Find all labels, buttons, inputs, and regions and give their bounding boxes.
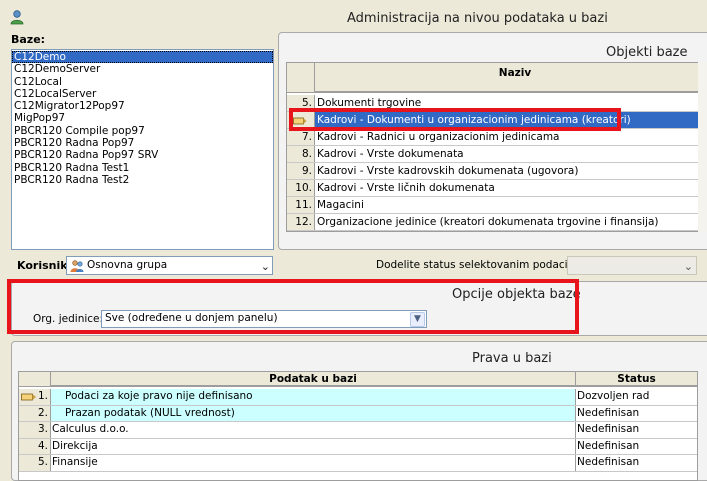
rights-row-data: Direkcija — [51, 438, 576, 454]
object-row[interactable]: 6.Kadrovi - Dokumenti u organizacionim j… — [287, 112, 707, 129]
database-list-item[interactable]: PBCR120 Compile pop97 — [12, 125, 273, 137]
object-row-name: Magacini — [317, 199, 364, 211]
rights-row-status: Nedefinisan — [577, 423, 640, 435]
object-row-number: 10. — [287, 180, 315, 196]
org-units-combo-value: Sve (određene u donjem panelu) — [105, 312, 278, 324]
options-panel-title: Opcije objekta baze — [452, 287, 581, 302]
rights-grid-header: Podatak u bazi Status — [19, 372, 697, 387]
object-row-name: Kadrovi - Vrste ličnih dokumenata — [317, 182, 495, 194]
user-label: Korisnik: — [17, 259, 72, 272]
header-num-cell — [287, 63, 315, 92]
database-list-item[interactable]: C12LocalServer — [12, 88, 273, 100]
row-pointer-icon — [21, 392, 37, 402]
object-row-name: Kadrovi - Vrste kadrovskih dokumenata (u… — [317, 165, 579, 177]
rights-row[interactable]: 5. Finansije Nedefinisan — [19, 455, 697, 472]
object-row-number: 11. — [287, 197, 315, 213]
rights-row-data: Calculus d.o.o. — [51, 422, 576, 438]
database-list-item[interactable]: C12DemoServer — [12, 63, 273, 75]
object-row-number: 12. — [287, 214, 315, 230]
rights-row-data: Prazan podatak (NULL vrednost) — [51, 405, 576, 421]
object-row-name: Kadrovi - Dokumenti u organizacionim jed… — [315, 112, 707, 128]
rights-row-number: 5. — [19, 455, 51, 471]
object-row[interactable]: 8. Kadrovi - Vrste dokumenata — [287, 146, 707, 163]
rights-row-number: 2. — [19, 405, 51, 421]
rights-row-status: Dozvoljen rad — [577, 390, 650, 402]
object-row-number: 7. — [287, 129, 315, 145]
column-header-naziv[interactable]: Naziv — [315, 63, 707, 92]
object-row-name: Kadrovi - Radnici u organizacionim jedin… — [317, 131, 560, 143]
org-units-dropdown-button[interactable]: ▼ — [410, 312, 425, 327]
assign-status-label: Dodelite status selektovanim podacima: — [376, 259, 588, 271]
org-units-combo[interactable]: Sve (određene u donjem panelu) ▼ — [101, 310, 427, 328]
object-row[interactable]: 7. Kadrovi - Radnici u organizacionim jed… — [287, 129, 707, 146]
object-row[interactable]: 12. Organizacione jedinice (kreatori doku… — [287, 214, 707, 231]
rights-header-num-cell — [19, 372, 51, 386]
object-row-number: 9. — [287, 163, 315, 179]
database-list-item[interactable]: C12Local — [12, 76, 273, 88]
rights-row-number: 1. — [19, 389, 51, 405]
database-list-item[interactable]: C12Demo — [12, 51, 273, 64]
user-admin-icon — [9, 9, 25, 25]
object-row[interactable]: 10. Kadrovi - Vrste ličnih dokumenata — [287, 180, 707, 197]
object-row-number: 5. — [287, 95, 315, 111]
window-title: Administracija na nivou podataka u bazi — [347, 11, 608, 26]
object-row-name: Kadrovi - Vrste dokumenata — [317, 148, 464, 160]
database-list-item[interactable]: C12Migrator12Pop97 — [12, 100, 273, 112]
database-list-item[interactable]: PBCR120 Radna Test1 — [12, 162, 273, 174]
objects-scrollbar[interactable] — [698, 62, 707, 232]
object-row-number: 6. — [287, 112, 315, 128]
rights-row-data: Podaci za koje pravo nije definisano — [51, 389, 576, 405]
rights-row[interactable]: 2. Prazan podatak (NULL vrednost) Nedefini… — [19, 405, 697, 422]
assign-status-arrow[interactable]: ⌄ — [684, 258, 693, 275]
user-combo-value: Osnovna grupa — [87, 259, 168, 271]
database-list-item[interactable]: PBCR120 Radna Pop97 SRV — [12, 149, 273, 161]
rights-row-number: 3. — [19, 422, 51, 438]
rights-row-data: Finansije — [51, 455, 576, 471]
user-combo-arrow[interactable]: ⌄ — [261, 258, 270, 275]
org-units-label: Org. jedinice: — [33, 313, 104, 325]
rights-row[interactable]: 1. Podaci za koje pravo nije definisano Do… — [19, 389, 697, 406]
databases-label: Baze: — [11, 33, 46, 46]
rights-row[interactable]: 4. Direkcija Nedefinisan — [19, 438, 697, 455]
databases-list[interactable]: C12Demo C12DemoServer C12Local C12LocalServ… — [11, 49, 274, 250]
row-pointer-icon — [293, 115, 307, 125]
object-row-number: 8. — [287, 146, 315, 162]
column-header-status[interactable]: Status — [576, 372, 697, 386]
object-row-name: Dokumenti trgovine — [317, 97, 422, 109]
column-header-data[interactable]: Podatak u bazi — [51, 372, 576, 386]
database-list-item[interactable]: MigPop97 — [12, 112, 273, 124]
object-row[interactable]: 11. Magacini — [287, 197, 707, 214]
object-row[interactable]: 5. Dokumenti trgovine — [287, 95, 707, 112]
rights-row-status: Nedefinisan — [577, 456, 640, 468]
title-bar: Administracija na nivou podataka u bazi — [0, 0, 707, 30]
object-row[interactable]: 9. Kadrovi - Vrste kadrovskih dokumenata … — [287, 163, 707, 180]
objects-grid[interactable]: Naziv 5.Dokumenti trgovine6.Kadrovi - Do… — [286, 62, 707, 232]
rights-row[interactable]: 3. Calculus d.o.o. Nedefinisan — [19, 422, 697, 439]
objects-panel-title: Objekti baze — [606, 45, 688, 60]
objects-grid-header: Naziv — [287, 63, 707, 93]
object-row-name: Organizacione jedinice (kreatori dokumen… — [317, 216, 659, 228]
rights-panel-title: Prava u bazi — [472, 351, 552, 366]
rights-grid[interactable]: Podatak u bazi Status 1. Podaci za koje p… — [18, 371, 698, 481]
database-list-item[interactable]: PBCR120 Radna Pop97 — [12, 137, 273, 149]
assign-status-combo[interactable]: ⌄ — [567, 256, 697, 275]
options-panel: Opcije objekta baze Org. jedinice: Sve (… — [11, 281, 707, 336]
database-list-item[interactable]: PBCR120 Radna Test2 — [12, 174, 273, 186]
rights-row-status: Nedefinisan — [577, 439, 640, 452]
user-combo[interactable]: Osnovna grupa ⌄ — [66, 256, 273, 275]
user-group-icon — [70, 259, 84, 273]
rights-row-number: 4. — [19, 438, 51, 454]
rights-row-status: Nedefinisan — [577, 406, 640, 419]
